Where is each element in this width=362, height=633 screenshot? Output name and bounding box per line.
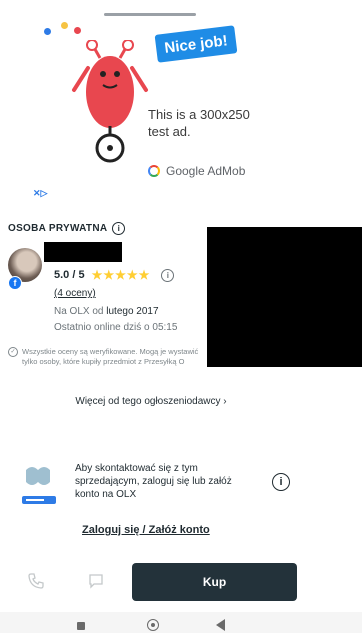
drag-handle[interactable] xyxy=(104,13,196,16)
ad-dot-yellow xyxy=(61,22,68,29)
info-icon[interactable]: i xyxy=(112,222,126,235)
phone-chat-illustration-icon xyxy=(22,467,56,504)
home-icon[interactable] xyxy=(147,619,159,631)
more-from-seller-link[interactable]: Więcej od tego ogłoszeniodawcy › xyxy=(0,396,302,407)
seller-rating: 5.0 / 5 ★★★★★ i xyxy=(54,268,175,282)
verified-icon: ✓ xyxy=(8,347,18,357)
back-icon[interactable] xyxy=(216,619,225,631)
system-nav-bar xyxy=(0,612,362,633)
phone-icon[interactable] xyxy=(28,573,44,589)
member-since-date: lutego 2017 xyxy=(106,306,159,317)
facebook-icon: f xyxy=(8,276,22,290)
seller-type: OSOBA PRYWATNA i xyxy=(8,222,126,235)
verification-notice-text: Wszystkie oceny są weryfikowane. Mogą je… xyxy=(22,347,199,366)
seller-type-label: OSOBA PRYWATNA xyxy=(8,223,108,234)
admob-logo-icon xyxy=(148,165,160,177)
login-register-link[interactable]: Zaloguj się / Załóż konto xyxy=(82,524,210,536)
chat-icon[interactable] xyxy=(88,573,104,589)
rating-value: 5.0 / 5 xyxy=(54,269,85,281)
admob-label: Google AdMob xyxy=(166,164,246,178)
ad-text: This is a 300x250 test ad. xyxy=(148,107,250,139)
seller-name-redacted xyxy=(44,242,122,262)
verification-notice: ✓ Wszystkie oceny są weryfikowane. Mogą … xyxy=(8,347,213,367)
member-since: Na OLX od lutego 2017 xyxy=(54,306,159,317)
redacted-block xyxy=(207,227,362,367)
last-online: Ostatnio online dziś o 05:15 xyxy=(54,322,178,333)
reviews-link[interactable]: (4 oceny) xyxy=(54,288,96,299)
recent-apps-icon[interactable] xyxy=(77,622,85,630)
member-since-prefix: Na OLX od xyxy=(54,306,104,317)
ad-dot-red xyxy=(74,27,81,34)
buy-button[interactable]: Kup xyxy=(132,563,297,601)
login-info-icon[interactable]: i xyxy=(272,473,290,491)
admob-brand: Google AdMob xyxy=(148,164,245,178)
login-prompt-text: Aby skontaktować się z tym sprzedającym,… xyxy=(75,463,232,500)
ad-dot-blue xyxy=(44,28,51,35)
monster-illustration-icon xyxy=(72,40,148,163)
adchoices-icon[interactable]: ✕▷ xyxy=(33,188,47,199)
star-rating-icon: ★★★★★ xyxy=(91,268,151,282)
rating-info-icon[interactable]: i xyxy=(161,268,175,282)
ad-badge: Nice job! xyxy=(154,25,238,63)
test-ad-banner[interactable]: Nice job! This is a 300x250 test ad. Goo… xyxy=(0,0,362,205)
